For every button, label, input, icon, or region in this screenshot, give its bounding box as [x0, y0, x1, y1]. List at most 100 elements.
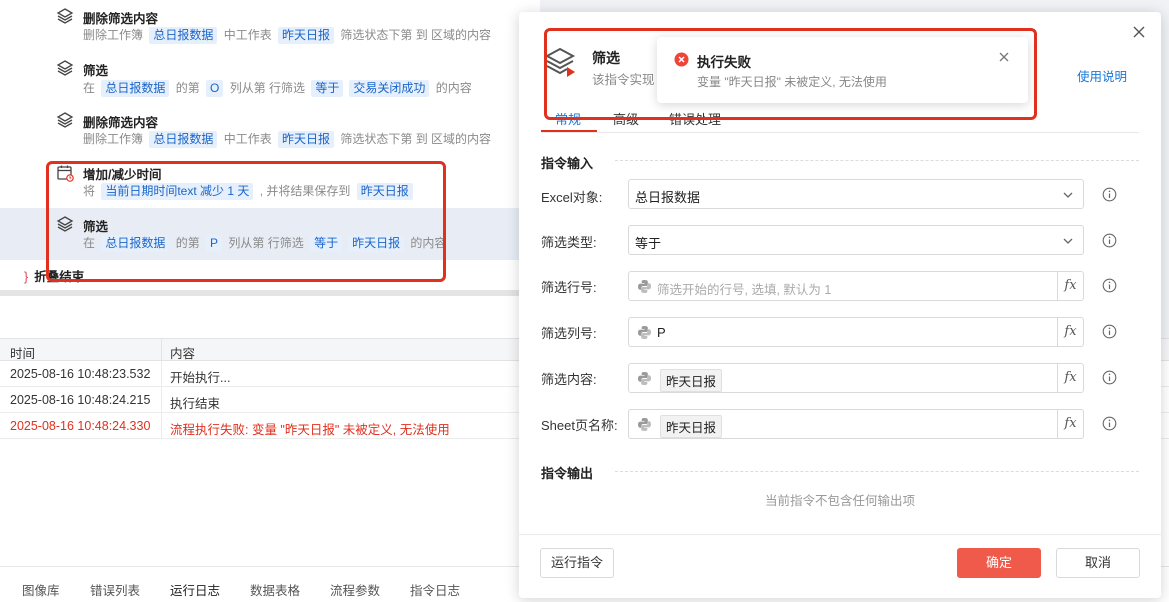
command-row-filter-2[interactable]: 筛选 在 总日报数据 的第 P 列从第 行筛选 等于 昨天日报 的内容: [0, 208, 540, 260]
tab-flow-params[interactable]: 流程参数: [330, 580, 380, 599]
command-desc-text: 列从第 行筛选: [225, 236, 308, 250]
command-desc-text: 中工作表: [220, 132, 276, 146]
tab-data-table[interactable]: 数据表格: [250, 580, 300, 599]
command-desc: 在 总日报数据 的第 P 列从第 行筛选 等于 昨天日报 的内容: [83, 234, 446, 252]
command-param-chip: 总日报数据: [101, 235, 170, 252]
cancel-button[interactable]: 取消: [1056, 548, 1140, 578]
command-row-delete-filter-2[interactable]: 删除筛选内容 删除工作簿 总日报数据 中工作表 昨天日报 筛选状态下第 到 区域…: [0, 104, 540, 156]
command-param-chip: 等于: [311, 80, 344, 97]
column-divider[interactable]: [161, 339, 162, 360]
tab-error-handling[interactable]: 错误处理: [669, 109, 721, 128]
command-title: 增加/减少时间: [83, 168, 162, 182]
info-circle-icon[interactable]: [1102, 416, 1117, 431]
info-circle-icon[interactable]: [1102, 187, 1117, 202]
tab-run-log[interactable]: 运行日志: [170, 580, 220, 599]
command-title: 筛选: [83, 220, 109, 234]
info-circle-icon[interactable]: [1102, 324, 1117, 339]
command-title: 删除筛选内容: [83, 116, 159, 130]
section-divider: [615, 471, 1139, 472]
command-param-chip: 昨天日报: [278, 131, 335, 148]
command-desc: 在 总日报数据 的第 O 列从第 行筛选 等于 交易关闭成功 的内容: [83, 79, 472, 97]
column-divider: [161, 413, 162, 438]
fx-button[interactable]: fx: [1057, 272, 1083, 300]
command-row-delete-filter-1[interactable]: 删除筛选内容 删除工作簿 总日报数据 中工作表 昨天日报 筛选状态下第 到 区域…: [0, 0, 540, 52]
log-content: 执行结束: [170, 397, 221, 411]
command-row-adjust-time[interactable]: 增加/减少时间 将 当前日期时间text 减少 1 天 , 并将结果保存到 昨天…: [0, 156, 540, 208]
log-header-content: 内容: [170, 347, 196, 361]
filter-column-value: P: [657, 325, 666, 340]
active-tab-indicator: [541, 130, 597, 132]
excel-object-select[interactable]: 总日报数据: [628, 179, 1084, 209]
command-param-chip: 总日报数据: [149, 27, 218, 44]
close-icon[interactable]: [1131, 24, 1147, 40]
no-output-text: 当前指令不包含任何输出项: [764, 494, 915, 508]
empty-area: [0, 296, 540, 338]
command-row-filter-1[interactable]: 筛选 在 总日报数据 的第 O 列从第 行筛选 等于 交易关闭成功 的内容: [0, 52, 540, 104]
column-divider: [161, 361, 162, 386]
fx-button[interactable]: fx: [1057, 410, 1083, 438]
section-divider: [615, 160, 1139, 161]
log-time: 2025-08-16 10:48:24.330: [10, 419, 151, 433]
command-desc-text: 列从第 行筛选: [226, 81, 309, 95]
excel-layers-icon: [56, 216, 74, 232]
tab-general[interactable]: 常规: [555, 109, 581, 128]
command-desc-text: 的内容: [407, 236, 447, 250]
tab-image-library[interactable]: 图像库: [22, 580, 60, 599]
command-desc: 将 当前日期时间text 减少 1 天 , 并将结果保存到 昨天日报: [83, 182, 416, 200]
log-time: 2025-08-16 10:48:24.215: [10, 393, 151, 407]
command-param-chip: 交易关闭成功: [349, 80, 430, 97]
dialog-subtitle: 该指令实现: [592, 73, 655, 87]
output-section-title: 指令输出: [541, 466, 594, 481]
command-desc-text: 的内容: [432, 81, 472, 95]
command-param-chip: 昨天日报: [356, 183, 413, 200]
fold-bracket-icon: }: [24, 270, 29, 284]
info-circle-icon[interactable]: [1102, 278, 1117, 293]
command-list: 删除筛选内容 删除工作簿 总日报数据 中工作表 昨天日报 筛选状态下第 到 区域…: [0, 0, 540, 290]
fx-button[interactable]: fx: [1057, 318, 1083, 346]
confirm-button[interactable]: 确定: [957, 548, 1041, 578]
log-header-time: 时间: [10, 347, 36, 361]
tab-command-log[interactable]: 指令日志: [410, 580, 460, 599]
command-desc-text: 中工作表: [220, 28, 276, 42]
command-param-chip: O: [206, 80, 224, 97]
command-param-chip: P: [206, 235, 223, 252]
python-icon: [638, 326, 651, 339]
close-icon[interactable]: [998, 51, 1010, 63]
tab-error-list[interactable]: 错误列表: [90, 580, 140, 599]
filter-type-select[interactable]: 等于: [628, 225, 1084, 255]
excel-layers-icon: [56, 8, 74, 24]
filter-row-input[interactable]: 筛选开始的行号, 选填, 默认为 1 fx: [628, 271, 1084, 301]
log-content: 流程执行失败: 变量 "昨天日报" 未被定义, 无法使用: [170, 423, 450, 437]
variable-tag[interactable]: 昨天日报: [660, 415, 723, 438]
run-command-button[interactable]: 运行指令: [540, 548, 614, 578]
input-section-title: 指令输入: [541, 156, 594, 171]
filter-type-label: 筛选类型:: [541, 235, 597, 250]
info-circle-icon[interactable]: [1102, 233, 1117, 248]
excel-object-value: 总日报数据: [635, 190, 701, 205]
dialog-tabs: 常规 高级 错误处理: [541, 105, 1139, 133]
command-desc-text: 删除工作簿: [83, 28, 147, 42]
filter-column-label: 筛选列号:: [541, 326, 597, 341]
sheet-name-input[interactable]: 昨天日报 fx: [628, 409, 1084, 439]
info-circle-icon[interactable]: [1102, 370, 1117, 385]
command-desc-text: , 并将结果保存到: [256, 184, 354, 198]
filter-column-input[interactable]: P fx: [628, 317, 1084, 347]
command-desc: 删除工作簿 总日报数据 中工作表 昨天日报 筛选状态下第 到 区域的内容: [83, 130, 491, 148]
fold-end-label: 折叠结束: [34, 270, 85, 284]
command-desc-text: 筛选状态下第 到 区域的内容: [337, 132, 492, 146]
variable-tag[interactable]: 昨天日报: [660, 369, 723, 392]
fx-button[interactable]: fx: [1057, 364, 1083, 392]
filter-row-label: 筛选行号:: [541, 280, 597, 295]
command-param-chip: 昨天日报: [278, 27, 335, 44]
tab-advanced[interactable]: 高级: [613, 109, 639, 128]
python-icon: [638, 418, 651, 431]
python-icon: [638, 372, 651, 385]
error-toast: 执行失败 变量 "昨天日报" 未被定义, 无法使用: [657, 37, 1028, 103]
fold-end-row[interactable]: } 折叠结束: [24, 266, 84, 285]
footer-divider: [519, 534, 1161, 535]
dialog-title: 筛选: [592, 50, 620, 66]
command-param-chip: 总日报数据: [149, 131, 218, 148]
filter-content-input[interactable]: 昨天日报 fx: [628, 363, 1084, 393]
command-param-chip: 昨天日报: [348, 235, 405, 252]
help-link[interactable]: 使用说明: [1077, 66, 1127, 85]
